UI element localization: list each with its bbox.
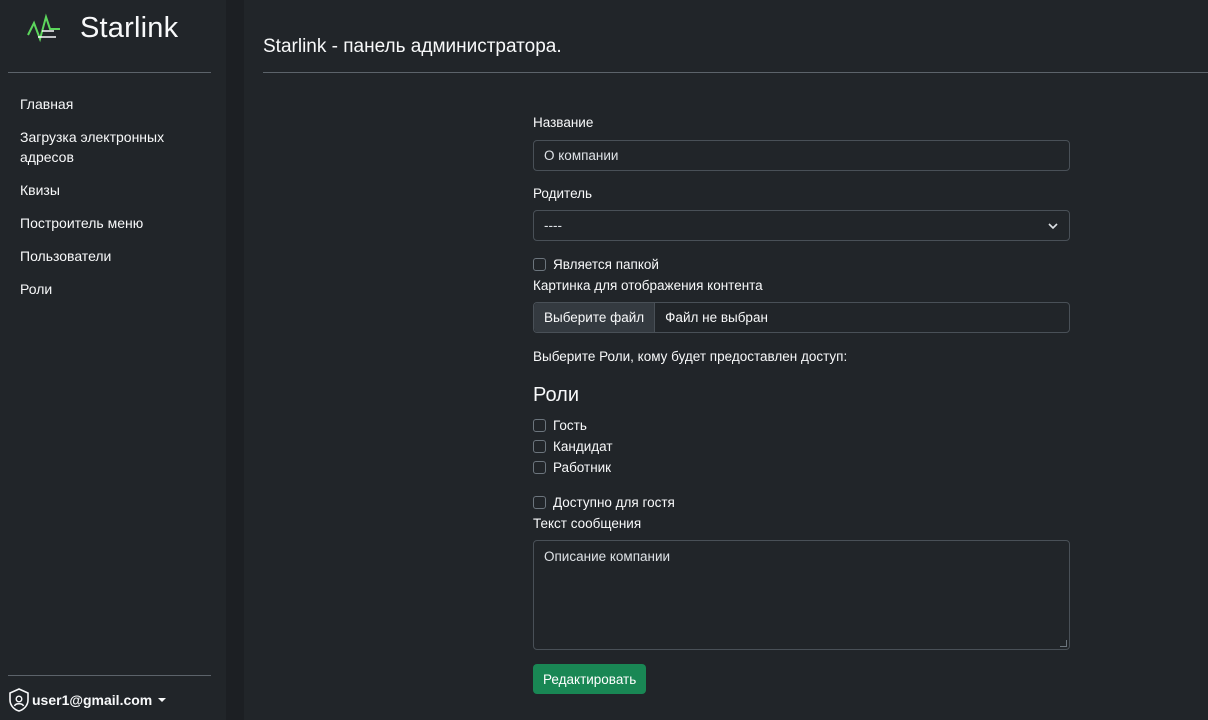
sidebar-item-home[interactable]: Главная — [20, 94, 200, 114]
name-input-value: О компании — [544, 148, 619, 163]
is-folder-checkbox-row[interactable]: Является папкой — [533, 254, 659, 275]
file-status: Файл не выбран — [665, 310, 768, 325]
role-guest-checkbox[interactable] — [533, 419, 546, 432]
sidebar-item-roles[interactable]: Роли — [20, 279, 200, 299]
brand[interactable]: Starlink — [26, 10, 178, 46]
message-textarea-value: Описание компании — [544, 549, 671, 564]
sidebar-edge — [226, 0, 244, 720]
sidebar: Starlink Главная Загрузка электронных ад… — [0, 0, 226, 720]
main-content: Starlink - панель администратора. Назван… — [244, 0, 1208, 720]
name-label: Название — [533, 115, 594, 130]
role-guest-label: Гость — [553, 418, 587, 433]
user-email: user1@gmail.com — [32, 692, 153, 708]
choose-file-button[interactable]: Выберите файл — [534, 303, 656, 332]
guest-access-label: Доступно для гостя — [553, 495, 675, 510]
guest-access-checkbox[interactable] — [533, 496, 546, 509]
role-employee-checkbox[interactable] — [533, 461, 546, 474]
role-employee-row[interactable]: Работник — [533, 457, 611, 478]
sidebar-item-email-upload[interactable]: Загрузка электронных адресов — [20, 127, 200, 167]
sidebar-divider-bottom — [8, 675, 211, 676]
message-label: Текст сообщения — [533, 516, 642, 531]
parent-select[interactable]: ---- — [533, 210, 1070, 241]
role-employee-label: Работник — [553, 460, 612, 475]
sidebar-item-menu-builder[interactable]: Построитель меню — [20, 213, 200, 233]
parent-select-value: ---- — [544, 218, 562, 233]
role-candidate-label: Кандидат — [553, 439, 613, 454]
user-shield-icon — [9, 688, 29, 712]
roles-prompt: Выберите Роли, кому будет предоставлен д… — [533, 349, 848, 364]
starlink-logo-icon — [27, 13, 60, 43]
role-candidate-checkbox[interactable] — [533, 440, 546, 453]
guest-access-row[interactable]: Доступно для гостя — [533, 492, 675, 513]
image-file-input[interactable]: Выберите файл Файл не выбран — [533, 302, 1070, 333]
submit-button[interactable]: Редактировать — [533, 664, 647, 694]
roles-heading: Роли — [533, 384, 579, 406]
page-title: Starlink - панель администратора. — [263, 36, 562, 57]
brand-name: Starlink — [80, 11, 179, 44]
caret-down-icon — [158, 698, 167, 702]
resize-handle-icon[interactable] — [1060, 640, 1067, 647]
parent-label: Родитель — [533, 186, 593, 201]
sidebar-divider-top — [8, 72, 211, 73]
is-folder-label: Является папкой — [553, 257, 659, 272]
chevron-down-icon — [1048, 222, 1058, 229]
user-menu[interactable]: user1@gmail.com — [8, 688, 167, 712]
role-candidate-row[interactable]: Кандидат — [533, 436, 613, 457]
sidebar-item-quizzes[interactable]: Квизы — [20, 180, 200, 200]
is-folder-checkbox[interactable] — [533, 258, 546, 271]
image-label: Картинка для отображения контента — [533, 278, 763, 293]
message-textarea[interactable]: Описание компании — [533, 540, 1070, 650]
sidebar-item-users[interactable]: Пользователи — [20, 246, 200, 266]
sidebar-nav: Главная Загрузка электронных адресов Кви… — [20, 94, 200, 312]
name-input[interactable]: О компании — [533, 140, 1070, 171]
role-guest-row[interactable]: Гость — [533, 415, 587, 436]
header-divider — [263, 72, 1208, 73]
